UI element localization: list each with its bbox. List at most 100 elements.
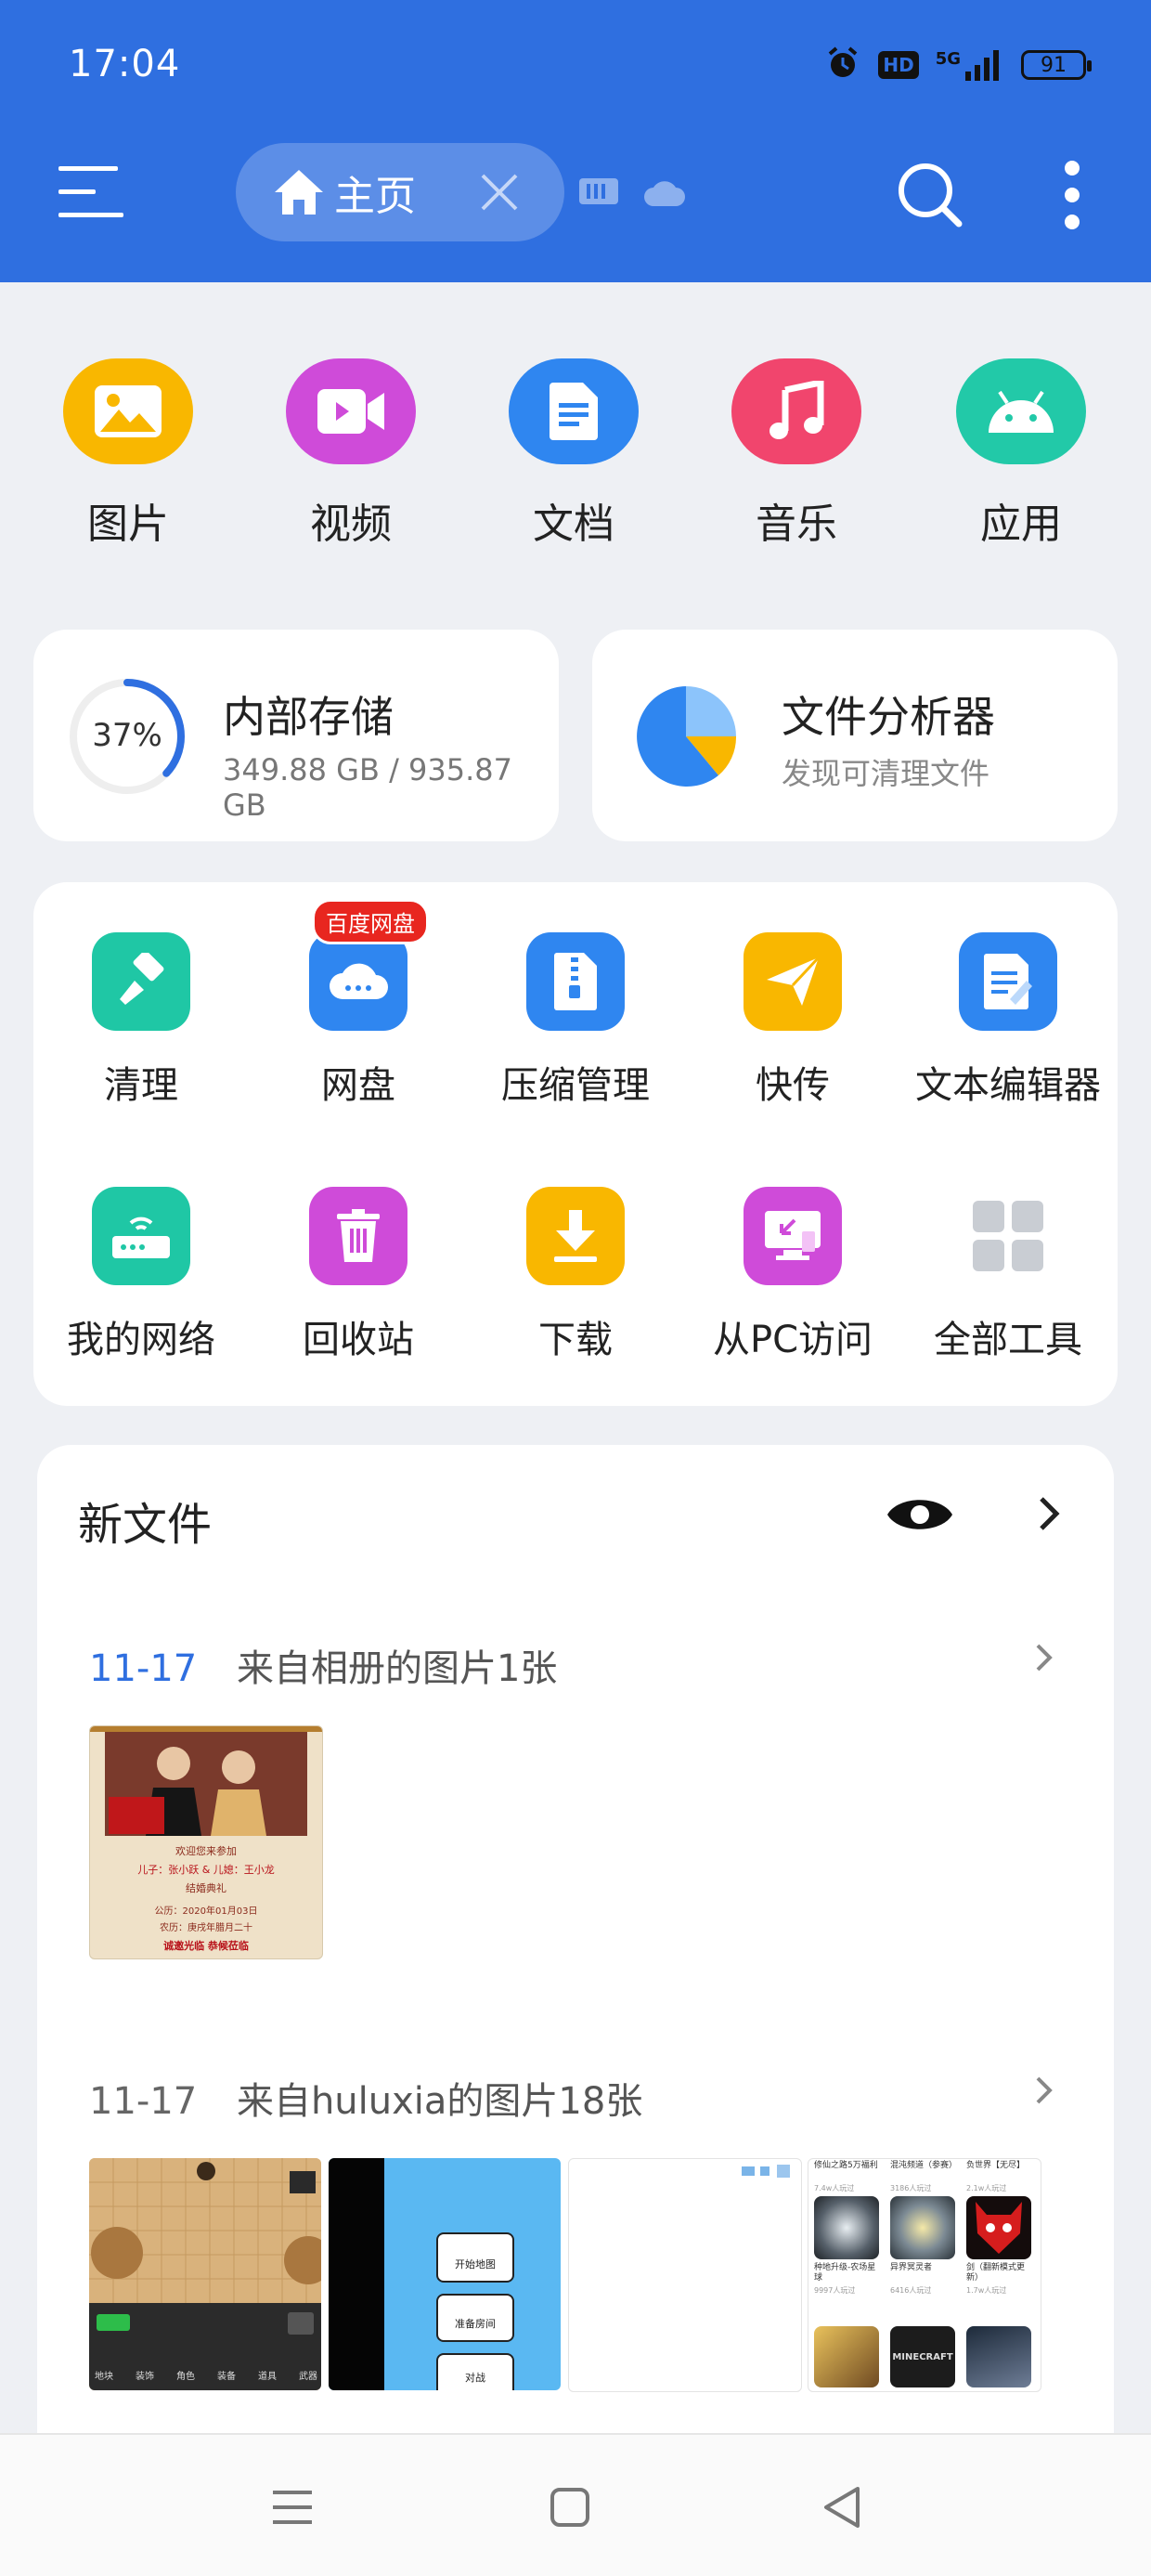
tool-quick-transfer[interactable]: 快传 (685, 932, 900, 1109)
analyzer-subtitle: 发现可清理文件 (782, 756, 990, 791)
tool-my-network[interactable]: 我的网络 (33, 1187, 249, 1363)
square-icon (550, 2488, 589, 2527)
game-tab: 装备 (217, 2372, 236, 2382)
top-app-bar: 17:04 HD 5G 91 主页 (0, 0, 1151, 282)
game-tab: 道具 (258, 2372, 277, 2382)
tool-compress[interactable]: 压缩管理 (468, 932, 683, 1109)
tool-label: 网盘 (321, 1064, 395, 1107)
chevron-right-icon (1040, 1497, 1060, 1530)
tool-all-tools[interactable]: 全部工具 (900, 1187, 1116, 1363)
store-game-icon (890, 2196, 955, 2259)
pie-chart-icon (637, 686, 737, 787)
group-date: 11-17 (89, 1647, 198, 1690)
paper-plane-icon (744, 932, 842, 1031)
video-icon (286, 358, 416, 464)
store-game-icon (966, 2196, 1031, 2259)
tool-label: 下载 (538, 1319, 613, 1361)
category-label: 文档 (533, 501, 614, 548)
menu-card-3: 对战 (436, 2353, 514, 2390)
invite-line-1: 欢迎您来参加 (175, 1845, 237, 1857)
storage-usage: 349.88 GB / 935.87 GB (223, 752, 512, 823)
search-button[interactable] (893, 158, 967, 232)
menu-card-label: 准备房间 (455, 2318, 496, 2330)
store-item-title: 种地升级-农场星球 (814, 2263, 876, 2283)
menu-lines-icon (273, 2491, 312, 2524)
store-item-title: 剑（翻新模式更新） (966, 2263, 1026, 2283)
file-group-2-header[interactable]: 11-17 来自huluxia的图片18张 (89, 2071, 642, 2125)
more-options-button[interactable] (1049, 158, 1095, 232)
category-videos[interactable]: 视频 (267, 358, 434, 550)
status-icons: HD 5G 91 (824, 45, 1092, 85)
eye-icon (887, 1500, 952, 1529)
menu-icon (58, 166, 123, 217)
store-item-stat: 3186人玩过 (890, 2184, 932, 2192)
hd-icon: HD (878, 51, 919, 79)
network-type: 5G (935, 49, 961, 69)
home-nav-button[interactable] (550, 2487, 590, 2531)
storage-title: 内部存储 (223, 692, 394, 742)
cloud-icon (309, 932, 407, 1031)
tab-storage-icon[interactable] (577, 175, 620, 212)
category-images[interactable]: 图片 (45, 358, 212, 550)
invite-line-5: 农历：庚戌年腊月二十 (160, 1923, 252, 1933)
router-icon (92, 1187, 190, 1285)
game-tab: 角色 (176, 2372, 195, 2382)
back-nav-button[interactable] (821, 2485, 863, 2533)
store-game-icon (814, 2326, 879, 2387)
tool-label: 从PC访问 (712, 1319, 873, 1361)
tool-access-from-pc[interactable]: 从PC访问 (685, 1187, 900, 1363)
tool-netdisk[interactable]: 网盘 (251, 932, 466, 1109)
game-board-image (89, 2158, 321, 2390)
category-apps[interactable]: 应用 (938, 358, 1105, 550)
file-group-1-header[interactable]: 11-17 来自相册的图片1张 (89, 1638, 557, 1692)
game-tab: 武器 (299, 2372, 317, 2382)
category-music[interactable]: 音乐 (713, 358, 880, 550)
tool-label: 压缩管理 (501, 1064, 650, 1107)
thumbnail-game-board[interactable]: 地块 装饰 角色 装备 道具 武器 (89, 2158, 321, 2390)
tab-cloud-icon[interactable] (642, 176, 685, 212)
recent-apps-button[interactable] (271, 2487, 314, 2531)
game-tab-row: 地块 装饰 角色 装备 道具 武器 (95, 2368, 317, 2382)
thumbnail-app-store[interactable]: 修仙之路5万福利 7.4w人玩过 混沌频道（参赛） 3186人玩过 负世界【无尽… (808, 2158, 1041, 2392)
store-item-stat: 6416人玩过 (890, 2286, 932, 2295)
menu-card-label: 开始地图 (455, 2258, 496, 2270)
game-tab: 装饰 (136, 2372, 154, 2382)
tool-download[interactable]: 下载 (468, 1187, 683, 1363)
thumbnail-game-menu[interactable]: 开始地图 准备房间 对战 (329, 2158, 561, 2390)
internal-storage-card[interactable]: 37% 内部存储 349.88 GB / 935.87 GB (33, 630, 559, 841)
category-label: 应用 (980, 501, 1062, 548)
group-2-chevron-icon[interactable] (1034, 2075, 1054, 2110)
document-icon (509, 358, 639, 464)
group-1-chevron-icon[interactable] (1034, 1642, 1054, 1677)
alarm-icon (824, 45, 861, 85)
battery-icon: 91 (1021, 50, 1092, 80)
pc-access-icon (744, 1187, 842, 1285)
tool-recycle-bin[interactable]: 回收站 (251, 1187, 466, 1363)
store-game-icon (814, 2196, 879, 2259)
menu-button[interactable] (54, 162, 128, 221)
tool-clean[interactable]: 清理 (33, 932, 249, 1109)
brush-icon (92, 932, 190, 1031)
android-icon (956, 358, 1086, 464)
status-time: 17:04 (69, 43, 181, 85)
tool-label: 快传 (756, 1064, 830, 1107)
tool-text-editor[interactable]: 文本编辑器 (900, 932, 1116, 1109)
thumbnail-wedding-photo[interactable]: 欢迎您来参加 儿子：张小跃 & 儿媳：王小龙 结婚典礼 公历：2020年01月0… (89, 1725, 323, 1959)
music-icon (731, 358, 861, 464)
tool-label: 清理 (104, 1064, 178, 1107)
store-item-stat: 9997人玩过 (814, 2286, 856, 2295)
analyzer-title: 文件分析器 (782, 692, 995, 742)
close-tab-icon[interactable] (479, 172, 520, 213)
tab-home[interactable]: 主页 (236, 143, 564, 241)
invite-line-3: 结婚典礼 (186, 1882, 226, 1894)
category-label: 图片 (87, 501, 169, 548)
store-item-stat: 2.1w人玩过 (966, 2184, 1007, 2192)
toggle-visibility-button[interactable] (886, 1491, 954, 1542)
thumbnail-blank-screen[interactable] (568, 2158, 802, 2392)
invite-line-2: 儿子：张小跃 & 儿媳：王小龙 (137, 1864, 275, 1876)
menu-card-2: 准备房间 (436, 2294, 514, 2342)
new-files-more-button[interactable] (1036, 1493, 1064, 1538)
file-analyzer-card[interactable]: 文件分析器 发现可清理文件 (592, 630, 1118, 841)
category-documents[interactable]: 文档 (490, 358, 657, 550)
store-item-stat: 7.4w人玩过 (814, 2184, 855, 2192)
